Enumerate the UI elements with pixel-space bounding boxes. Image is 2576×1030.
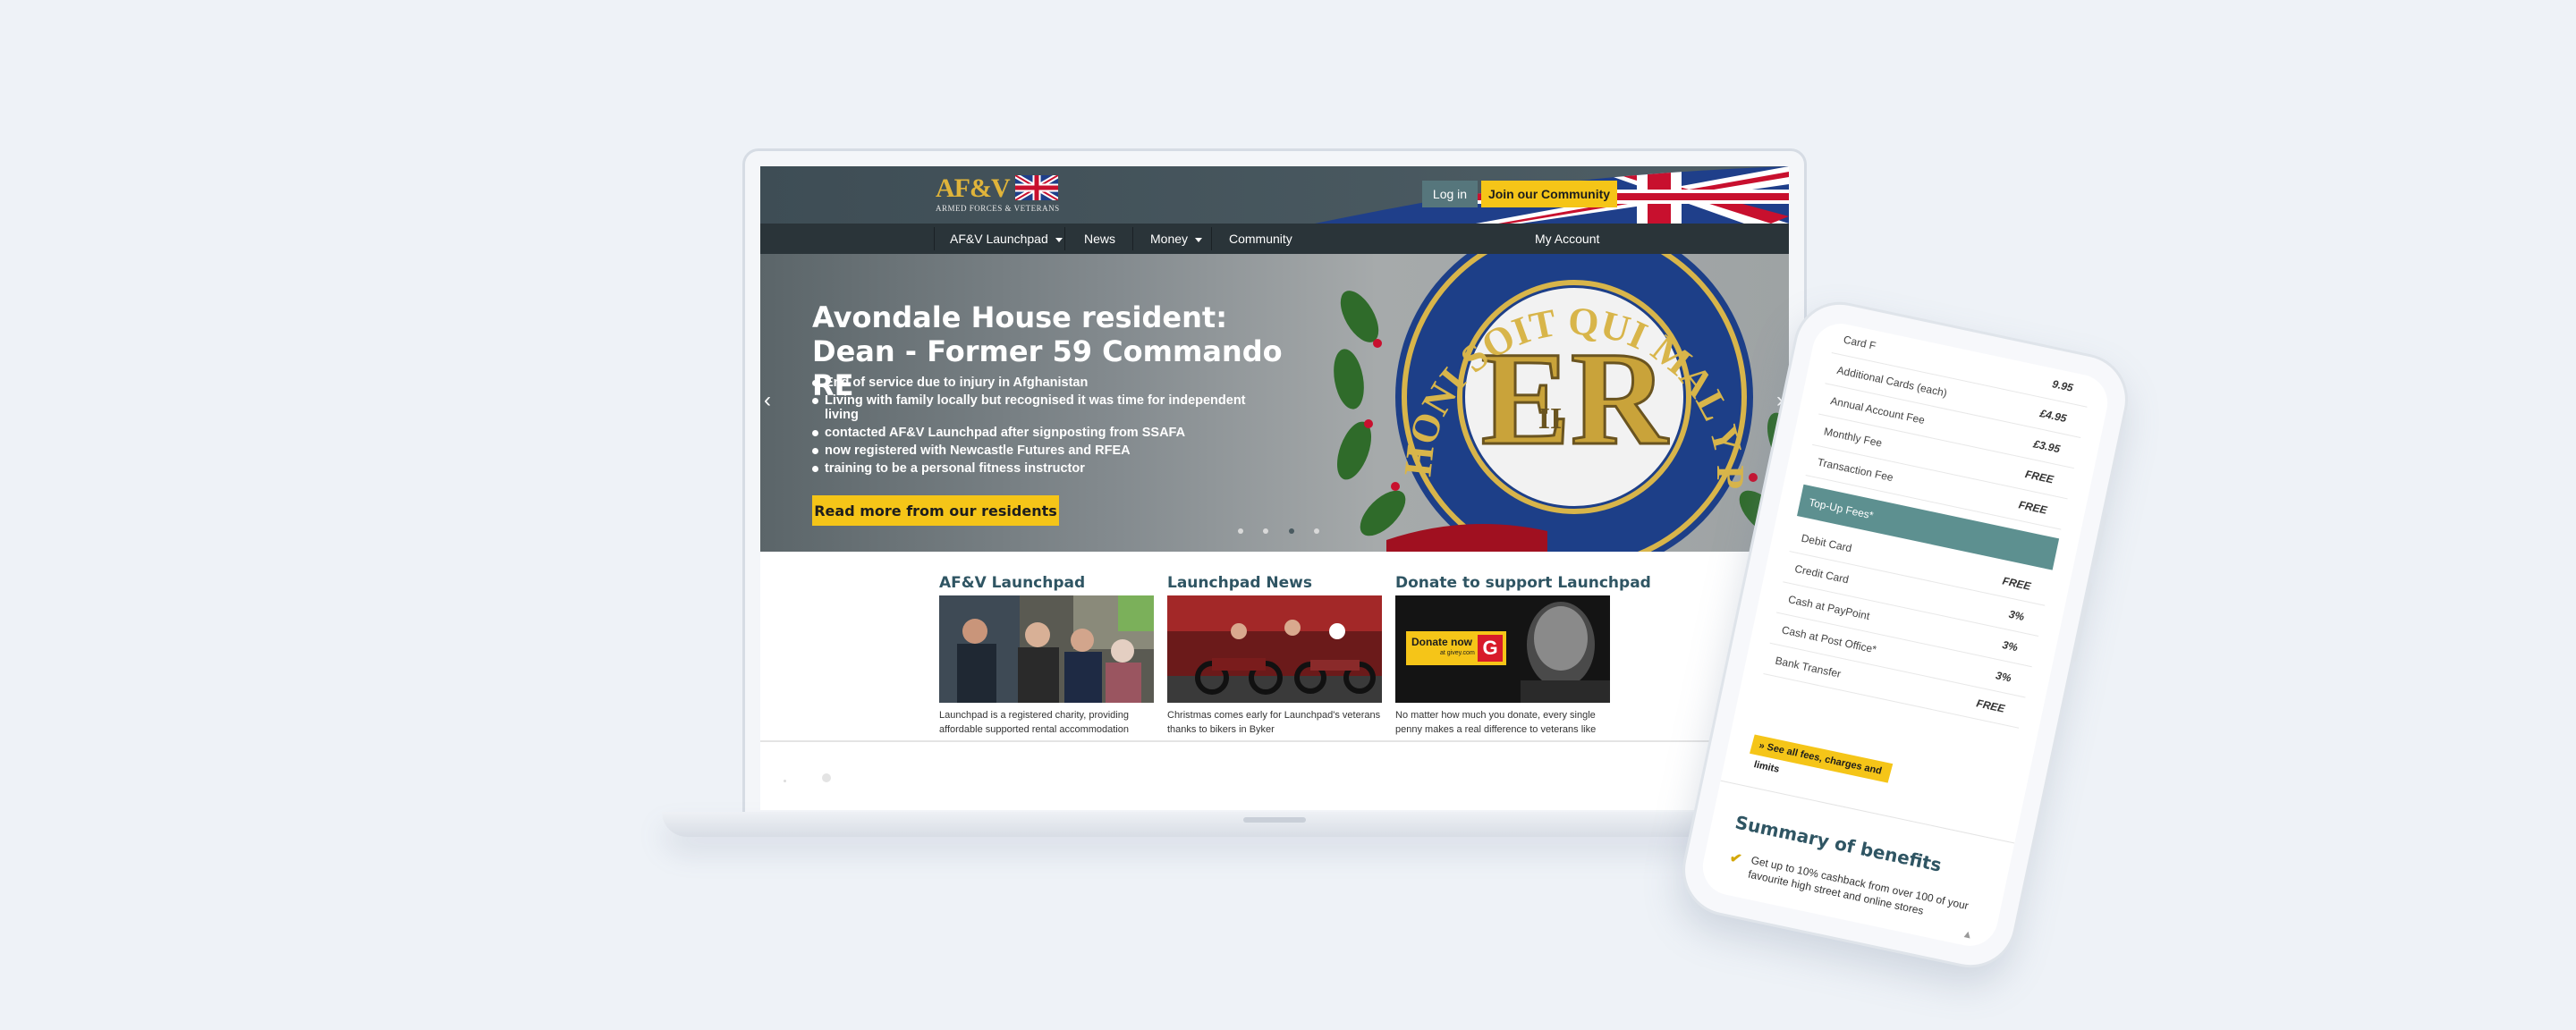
nav-separator — [1064, 227, 1065, 250]
nav-separator — [934, 227, 935, 250]
fee-value: FREE — [2023, 468, 2055, 486]
fee-value: 3% — [1995, 669, 2012, 685]
hero-bullet: training to be a personal fitness instru… — [812, 461, 1277, 476]
carousel-dots — [1238, 522, 1335, 538]
nav-item-label: AF&V Launchpad — [950, 232, 1048, 246]
login-button[interactable]: Log in — [1422, 181, 1478, 207]
read-more-residents-button[interactable]: Read more from our residents — [812, 495, 1059, 526]
laptop-notch — [1243, 817, 1306, 823]
check-icon: ✔ — [1728, 849, 1743, 868]
nav-item-community[interactable]: Community — [1229, 224, 1292, 254]
column-news: Launchpad News Christmas comes early for… — [1167, 574, 1382, 737]
content-divider — [760, 740, 1789, 742]
fees-table: Card F 9.95 Additional Cards (each) £4.95 … — [1763, 322, 2094, 729]
bikers-photo-image — [1167, 595, 1382, 703]
nav-item-money[interactable]: Money — [1150, 224, 1203, 254]
donate-now-badge[interactable]: Donate now at givey.com G — [1406, 631, 1506, 665]
fee-value: FREE — [1975, 697, 2006, 715]
nav-item-label: My Account — [1535, 232, 1600, 246]
fee-value: 3% — [2007, 607, 2026, 624]
hero-bullet: Living with family locally but recognise… — [812, 393, 1277, 422]
donate-badge-sub: at givey.com — [1440, 650, 1475, 656]
column-title[interactable]: Donate to support Launchpad — [1395, 574, 1651, 595]
nav-separator — [1211, 227, 1212, 250]
arrow-up-icon[interactable]: ▲ — [1962, 927, 1975, 941]
nav-item-label: News — [1084, 232, 1116, 246]
column-text: Christmas comes early for Launchpad's ve… — [1167, 710, 1381, 735]
page-dot-active[interactable] — [822, 773, 832, 782]
caret-down-icon — [1195, 237, 1203, 242]
column-launchpad: AF&V Launchpad Launchpad is a registered… — [939, 574, 1154, 737]
see-all-fees-link[interactable]: » See all fees, charges and limits — [1750, 734, 1894, 783]
news-photo[interactable] — [1167, 595, 1382, 703]
donate-badge-label: Donate now — [1411, 636, 1472, 648]
column-donate: Donate to support Launchpad Donate now a… — [1395, 574, 1651, 737]
site-logo[interactable]: AF&V ARMED FORCES & VETERANS — [936, 175, 1061, 216]
fee-value: FREE — [2017, 498, 2048, 517]
fee-value: FREE — [2001, 574, 2032, 593]
page-dot[interactable] — [784, 780, 786, 782]
nav-item-launchpad[interactable]: AF&V Launchpad — [950, 224, 1063, 254]
fee-value: 3% — [2001, 638, 2020, 654]
chevron-left-icon[interactable]: ‹ — [764, 390, 771, 411]
site-header: AF&V ARMED FORCES & VETERANS Log in Join… — [760, 166, 1789, 224]
hero-bullet: now registered with Newcastle Futures an… — [812, 443, 1277, 458]
fee-value: £4.95 — [2038, 407, 2068, 426]
carousel-dot[interactable] — [1238, 528, 1243, 534]
launchpad-photo[interactable] — [939, 595, 1154, 703]
logo-subtitle: ARMED FORCES & VETERANS — [936, 204, 1060, 213]
pagination-dots — [784, 771, 832, 787]
donate-photo[interactable]: Donate now at givey.com G — [1395, 595, 1610, 703]
hero-carousel: ER II HONI SOIT QUI MAL Y PENSE Avondale… — [760, 254, 1789, 552]
fee-value: £3.95 — [2032, 437, 2062, 456]
column-text: Launchpad is a registered charity, provi… — [939, 710, 1129, 735]
logo-text: AF&V — [936, 173, 1011, 203]
veterans-photo-image — [939, 595, 1154, 703]
svg-text:II: II — [1538, 402, 1562, 435]
nav-item-my-account[interactable]: My Account — [1535, 224, 1599, 254]
column-title[interactable]: AF&V Launchpad — [939, 574, 1154, 595]
nav-item-label: Money — [1150, 232, 1189, 246]
givey-g-icon: G — [1478, 635, 1503, 662]
crest-badge-icon: ER II HONI SOIT QUI MAL Y PENSE — [1333, 254, 1789, 552]
carousel-dot-active[interactable] — [1288, 528, 1294, 534]
nav-item-news[interactable]: News — [1084, 224, 1115, 254]
main-nav: AF&V Launchpad News Money Community My A… — [760, 224, 1789, 254]
join-community-button[interactable]: Join our Community — [1481, 181, 1617, 207]
nav-separator — [1132, 227, 1133, 250]
union-jack-flag-icon — [1015, 175, 1059, 200]
column-text: No matter how much you donate, every sin… — [1395, 710, 1597, 735]
laptop-screen: AF&V ARMED FORCES & VETERANS Log in Join… — [760, 166, 1789, 810]
hero-bullet-list: End of service due to injury in Afghanis… — [812, 376, 1277, 479]
fee-value: 9.95 — [2051, 377, 2074, 394]
caret-down-icon — [1055, 237, 1063, 242]
hero-bullet: contacted AF&V Launchpad after signposti… — [812, 426, 1277, 440]
nav-item-label: Community — [1229, 232, 1292, 246]
carousel-dot[interactable] — [1314, 528, 1320, 534]
carousel-dot[interactable] — [1263, 528, 1269, 534]
column-title[interactable]: Launchpad News — [1167, 574, 1382, 595]
hero-bullet: End of service due to injury in Afghanis… — [812, 376, 1277, 390]
